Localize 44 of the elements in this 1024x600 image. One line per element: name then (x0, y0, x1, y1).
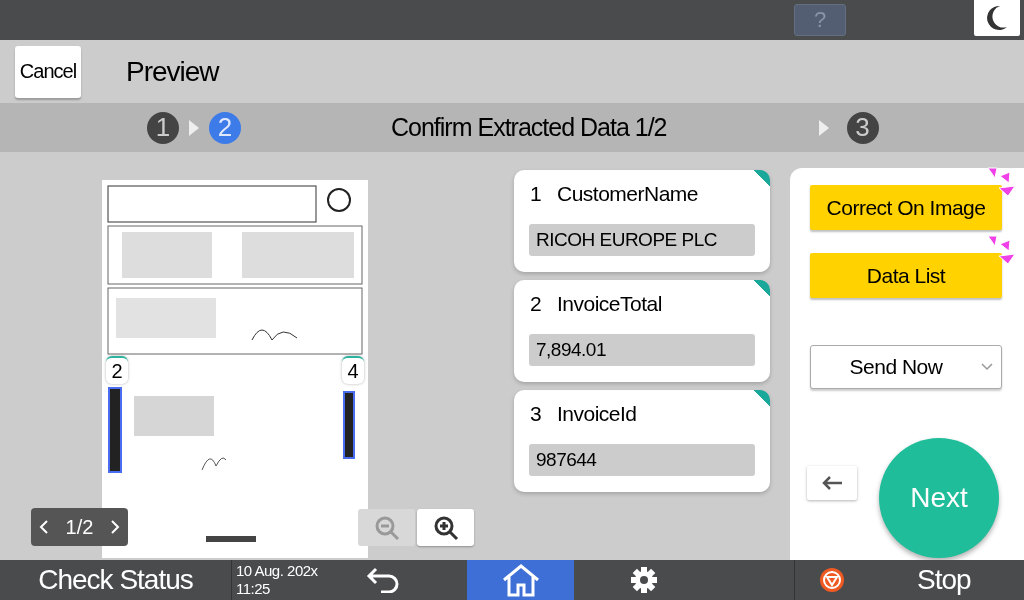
field-value: RICOH EUROPE PLC (529, 224, 755, 256)
night-mode-button[interactable] (974, 0, 1020, 36)
field-number: 3 (530, 402, 543, 426)
chevron-icon (818, 119, 829, 136)
action-button[interactable]: Correct On Image (810, 185, 1002, 230)
zoom-in-button[interactable] (417, 509, 474, 546)
moon-icon (986, 5, 1008, 31)
date-text: 10 Aug. 202x (236, 562, 319, 580)
previous-page-icon[interactable] (39, 519, 50, 535)
caret-icon (981, 363, 993, 371)
action-button[interactable]: Data List (810, 253, 1002, 298)
check-status-button[interactable]: Check Status (0, 560, 232, 600)
sparkle-icon (986, 235, 1016, 265)
stop-icon (819, 567, 845, 593)
field-card[interactable]: 3 InvoiceId 987644 (514, 390, 770, 492)
home-icon (500, 563, 541, 597)
field-name: InvoiceTotal (557, 292, 662, 316)
field-number: 1 (530, 182, 543, 206)
field-name: CustomerName (557, 182, 699, 206)
field-value: 7,894.01 (529, 334, 755, 366)
step-indicator: 3 (846, 111, 879, 144)
page-number: 1/2 (65, 515, 94, 539)
zoom-out-icon (373, 514, 400, 541)
step-indicator: 1 (147, 111, 179, 144)
home-button[interactable] (467, 560, 574, 600)
field-number: 2 (530, 292, 543, 316)
region-marker[interactable]: 4 (342, 356, 364, 384)
region-marker[interactable]: 2 (106, 356, 128, 384)
field-value: 987644 (529, 444, 755, 476)
zoom-in-icon (432, 514, 459, 541)
time-text: 11:25 (236, 580, 271, 598)
back-button[interactable] (807, 466, 857, 500)
send-timing-dropdown[interactable]: Send Now (810, 345, 1002, 389)
stop-button[interactable]: Stop (795, 560, 1024, 600)
chevron-icon (189, 119, 199, 136)
cancel-button[interactable]: Cancel (15, 45, 81, 98)
screen-title: Preview (126, 55, 219, 88)
field-card[interactable]: 2 InvoiceTotal 7,894.01 (514, 280, 770, 382)
step-indicator: 2 (209, 111, 241, 144)
field-name: InvoiceId (557, 402, 637, 426)
left-arrow-icon (821, 475, 843, 491)
field-card[interactable]: 1 CustomerName RICOH EUROPE PLC (514, 170, 770, 272)
step-title: Confirm Extracted Data 1/2 (391, 113, 667, 142)
next-page-icon[interactable] (109, 519, 120, 535)
